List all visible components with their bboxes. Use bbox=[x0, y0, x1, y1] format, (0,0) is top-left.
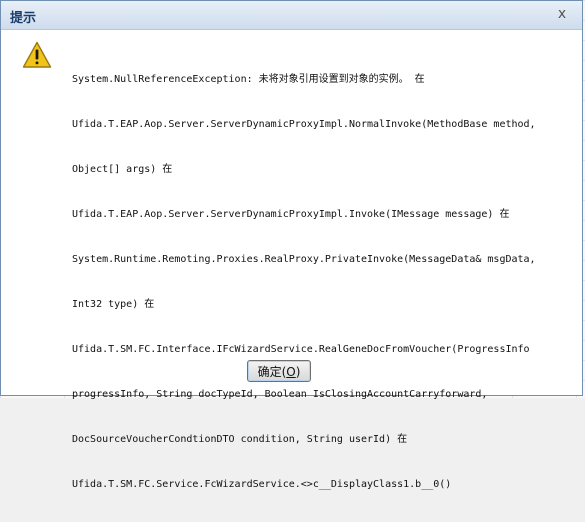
message-line: Ufida.T.EAP.Aop.Server.ServerDynamicProx… bbox=[72, 119, 536, 130]
message-line: Ufida.T.SM.FC.Interface.IFcWizardService… bbox=[72, 344, 530, 355]
ok-button-suffix: ) bbox=[295, 364, 301, 379]
message-line: System.Runtime.Remoting.Proxies.RealProx… bbox=[72, 254, 536, 265]
close-icon[interactable]: x bbox=[554, 6, 570, 22]
alert-dialog: 提示 x System.NullReferenceException: 未将对象… bbox=[0, 0, 583, 490]
error-message: System.NullReferenceException: 未将对象引用设置到… bbox=[72, 42, 542, 522]
dialog-title: 提示 bbox=[10, 11, 37, 26]
message-line: Int32 type) 在 bbox=[72, 299, 155, 310]
message-line: progressInfo, String docTypeId, Boolean … bbox=[72, 389, 488, 400]
dialog-titlebar[interactable]: 提示 x bbox=[1, 1, 582, 30]
message-line: System.NullReferenceException: 未将对象引用设置到… bbox=[72, 74, 425, 85]
message-line: DocSourceVoucherCondtionDTO condition, S… bbox=[72, 434, 408, 445]
dialog-body: System.NullReferenceException: 未将对象引用设置到… bbox=[1, 30, 582, 490]
ok-button-accelerator: O bbox=[286, 364, 296, 379]
message-line: Ufida.T.EAP.Aop.Server.ServerDynamicProx… bbox=[72, 209, 510, 220]
warning-icon bbox=[22, 41, 52, 68]
message-line: Object[] args) 在 bbox=[72, 164, 173, 175]
message-line: Ufida.T.SM.FC.Service.FcWizardService.<>… bbox=[72, 479, 452, 490]
ok-button[interactable]: 确定(O) bbox=[247, 360, 311, 382]
ok-button-label: 确定( bbox=[257, 364, 287, 379]
